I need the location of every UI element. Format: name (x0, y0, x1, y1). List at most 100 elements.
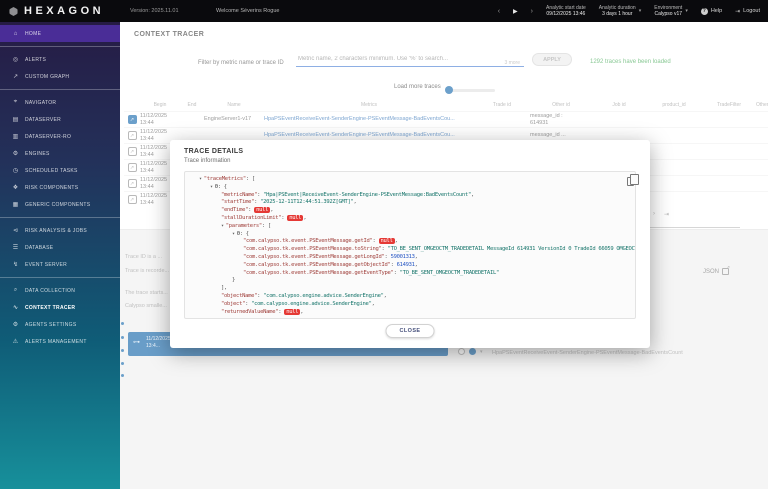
open-trace-icon[interactable]: ↗ (128, 163, 137, 172)
engines-icon: ⚙ (10, 150, 21, 157)
sidebar-item-label: RISK COMPONENTS (25, 185, 78, 191)
copy-icon[interactable] (627, 177, 634, 186)
collapse-arrow-icon[interactable]: ▾ (199, 176, 202, 182)
json-line: "com.calypso.tk.event.PSEventMessage.get… (191, 238, 629, 246)
json-punct: ], (221, 285, 227, 291)
sidebar-item-context-tracer[interactable]: ∿CONTEXT TRACER (0, 299, 120, 316)
sidebar-divider (0, 217, 120, 218)
sidebar-item-label: GENERIC COMPONENTS (25, 202, 90, 208)
sidebar-item-label: AGENTS SETTINGS (25, 322, 76, 328)
table-row[interactable]: ↗11/12/2025 13:44EngineServer1-v17HpaPSE… (124, 111, 768, 127)
json-link-label: JSON (703, 269, 719, 275)
environment-value: Calypso v17 (655, 11, 683, 18)
trace-open-cell: ↗ (124, 163, 140, 172)
json-view-link[interactable]: JSON (703, 268, 729, 275)
sidebar-item-label: ALERTS (25, 57, 46, 63)
sidebar-item-risk-analysis-jobs[interactable]: ⊲RISK ANALYSIS & JOBS (0, 222, 120, 239)
load-more-slider-knob[interactable] (445, 86, 453, 94)
sidebar-item-database[interactable]: ☰DATABASE (0, 239, 120, 256)
timeline-marker-outline[interactable] (458, 348, 465, 355)
analytic-duration-select[interactable]: Analytic duration 3 days 1 hour ▾ (599, 5, 641, 18)
open-trace-icon[interactable]: ↗ (128, 147, 137, 156)
sidebar-item-label: CUSTOM GRAPH (25, 74, 69, 80)
json-line: ▾"parameters": [ (191, 223, 629, 231)
sidebar-item-data-collection[interactable]: ⌕DATA COLLECTION (0, 282, 120, 299)
json-colon: : (373, 238, 379, 244)
data-collection-icon: ⌕ (10, 287, 21, 294)
chevron-down-icon: ▾ (685, 8, 688, 14)
sidebar-item-event-server[interactable]: ↯EVENT SERVER (0, 256, 120, 273)
json-key: "object" (221, 301, 245, 307)
close-button[interactable]: CLOSE (386, 324, 435, 338)
json-key: "com.calypso.tk.event.PSEventMessage.get… (243, 254, 385, 260)
sidebar-item-home[interactable]: ⌂HOME (0, 25, 120, 42)
json-value-number: 614931 (397, 262, 415, 268)
step-back-icon[interactable]: ‹ (498, 8, 500, 15)
next-page-icon[interactable]: › (653, 211, 655, 218)
sidebar-item-dataserver-ro[interactable]: ▥DATASERVER-RO (0, 128, 120, 145)
open-trace-icon[interactable]: ↗ (128, 131, 137, 140)
logout-button[interactable]: ⇥ Logout (735, 8, 760, 15)
json-key: "startTime" (221, 199, 254, 205)
json-line: "object": "com.calypso.engine.advice.Sen… (191, 301, 629, 309)
column-header-name: Name (204, 102, 264, 108)
sidebar-item-alerts[interactable]: ◎ALERTS (0, 51, 120, 68)
json-value-string: "com.calypso.engine.advice.SenderEngine" (251, 301, 371, 307)
sidebar-item-custom-graph[interactable]: ↗ CUSTOM GRAPH (0, 68, 120, 85)
sidebar-item-generic-components[interactable]: ▦GENERIC COMPONENTS (0, 196, 120, 213)
json-line: ▾0: { (191, 184, 629, 192)
json-punct: , (471, 192, 474, 198)
open-trace-icon[interactable]: ↗ (128, 115, 137, 124)
sidebar-item-scheduled-tasks[interactable]: ◷SCHEDULED TASKS (0, 162, 120, 179)
json-value-string: "Hpa|PSEvent|ReceiveEvent-SenderEngine-P… (263, 192, 471, 198)
risk-components-icon: ❖ (10, 184, 21, 191)
collapse-arrow-icon[interactable]: ▾ (210, 184, 213, 190)
home-icon: ⌂ (10, 31, 21, 37)
analytic-start-date[interactable]: Analytic start date 09/12/2025 13:46 (546, 5, 586, 18)
filter-hint: 3 more (472, 60, 520, 66)
column-header-trade-id: Trade id (474, 102, 530, 108)
sidebar-item-alerts-management[interactable]: ⚠ALERTS MANAGEMENT (0, 333, 120, 350)
environment-select[interactable]: Environment Calypso v17 ▾ (654, 5, 688, 18)
dataserver-ro-icon: ▥ (10, 133, 21, 140)
timeline-metric-label: HpaPSEventReceiveEvent-SenderEngine-PSEv… (492, 350, 758, 356)
play-icon[interactable]: ▶ (513, 8, 518, 15)
apply-button[interactable]: APPLY (532, 53, 572, 66)
json-value-string: "TO_BE_SENT_OMGEOCTM_TRADEDETAIL Message… (388, 246, 636, 252)
open-trace-icon[interactable]: ↗ (128, 179, 137, 188)
json-viewer[interactable]: ▾"traceMetrics": [▾0: {"metricName": "Hp… (184, 171, 636, 319)
step-forward-icon[interactable]: › (531, 8, 533, 15)
sidebar-item-risk-components[interactable]: ❖ RISK COMPONENTS (0, 179, 120, 196)
open-trace-icon[interactable]: ↗ (128, 195, 137, 204)
event-server-icon: ↯ (10, 261, 21, 268)
timeline-marker-filled[interactable] (469, 348, 476, 355)
custom-graph-icon: ↗ (10, 73, 21, 80)
sidebar-item-dataserver[interactable]: ▤DATASERVER (0, 111, 120, 128)
sidebar-item-engines[interactable]: ⚙ENGINES (0, 145, 120, 162)
column-header-other-na: Other na (756, 102, 768, 108)
help-button[interactable]: ? Help (701, 8, 722, 15)
json-key: "com.calypso.tk.event.PSEventMessage.get… (243, 238, 373, 244)
column-header-other-id: Other id (530, 102, 592, 108)
open-external-icon (722, 268, 729, 275)
sidebar-item-navigator[interactable]: ⌖NAVIGATOR (0, 94, 120, 111)
json-line: "endTime": null, (191, 207, 629, 215)
chevron-down-icon: ▾ (480, 349, 483, 355)
json-value-string: "TO_BE_SENT_OMGEOCTM_TRADEDETAIL" (400, 270, 499, 276)
column-header-metrics: Metrics (264, 102, 474, 108)
alerts-management-icon: ⚠ (10, 338, 21, 345)
json-line: "objectName": "com.calypso.engine.advice… (191, 293, 629, 301)
collapse-arrow-icon[interactable]: ▾ (221, 223, 224, 229)
last-page-icon[interactable]: ⇥ (664, 211, 669, 218)
json-line: "startTime": "2025-12-11T12:44:51.392Z[G… (191, 199, 629, 207)
welcome-text: Welcome Séverins Rogue (216, 8, 279, 14)
json-punct: : [ (246, 176, 255, 182)
sidebar-item-agents-settings[interactable]: ⚙AGENTS SETTINGS (0, 316, 120, 333)
collapse-arrow-icon[interactable]: ▾ (232, 231, 235, 237)
trace-open-cell: ↗ (124, 179, 140, 188)
load-more-slider-track[interactable] (449, 89, 495, 92)
metric-link[interactable]: HpaPSEventReceiveEvent-SenderEngine-PSEv… (264, 116, 474, 123)
metric-link[interactable]: HpaPSEventReceiveEvent-SenderEngine-PSEv… (264, 132, 474, 139)
timeline-dot (121, 336, 124, 339)
key-icon: ⊶ (133, 338, 140, 346)
